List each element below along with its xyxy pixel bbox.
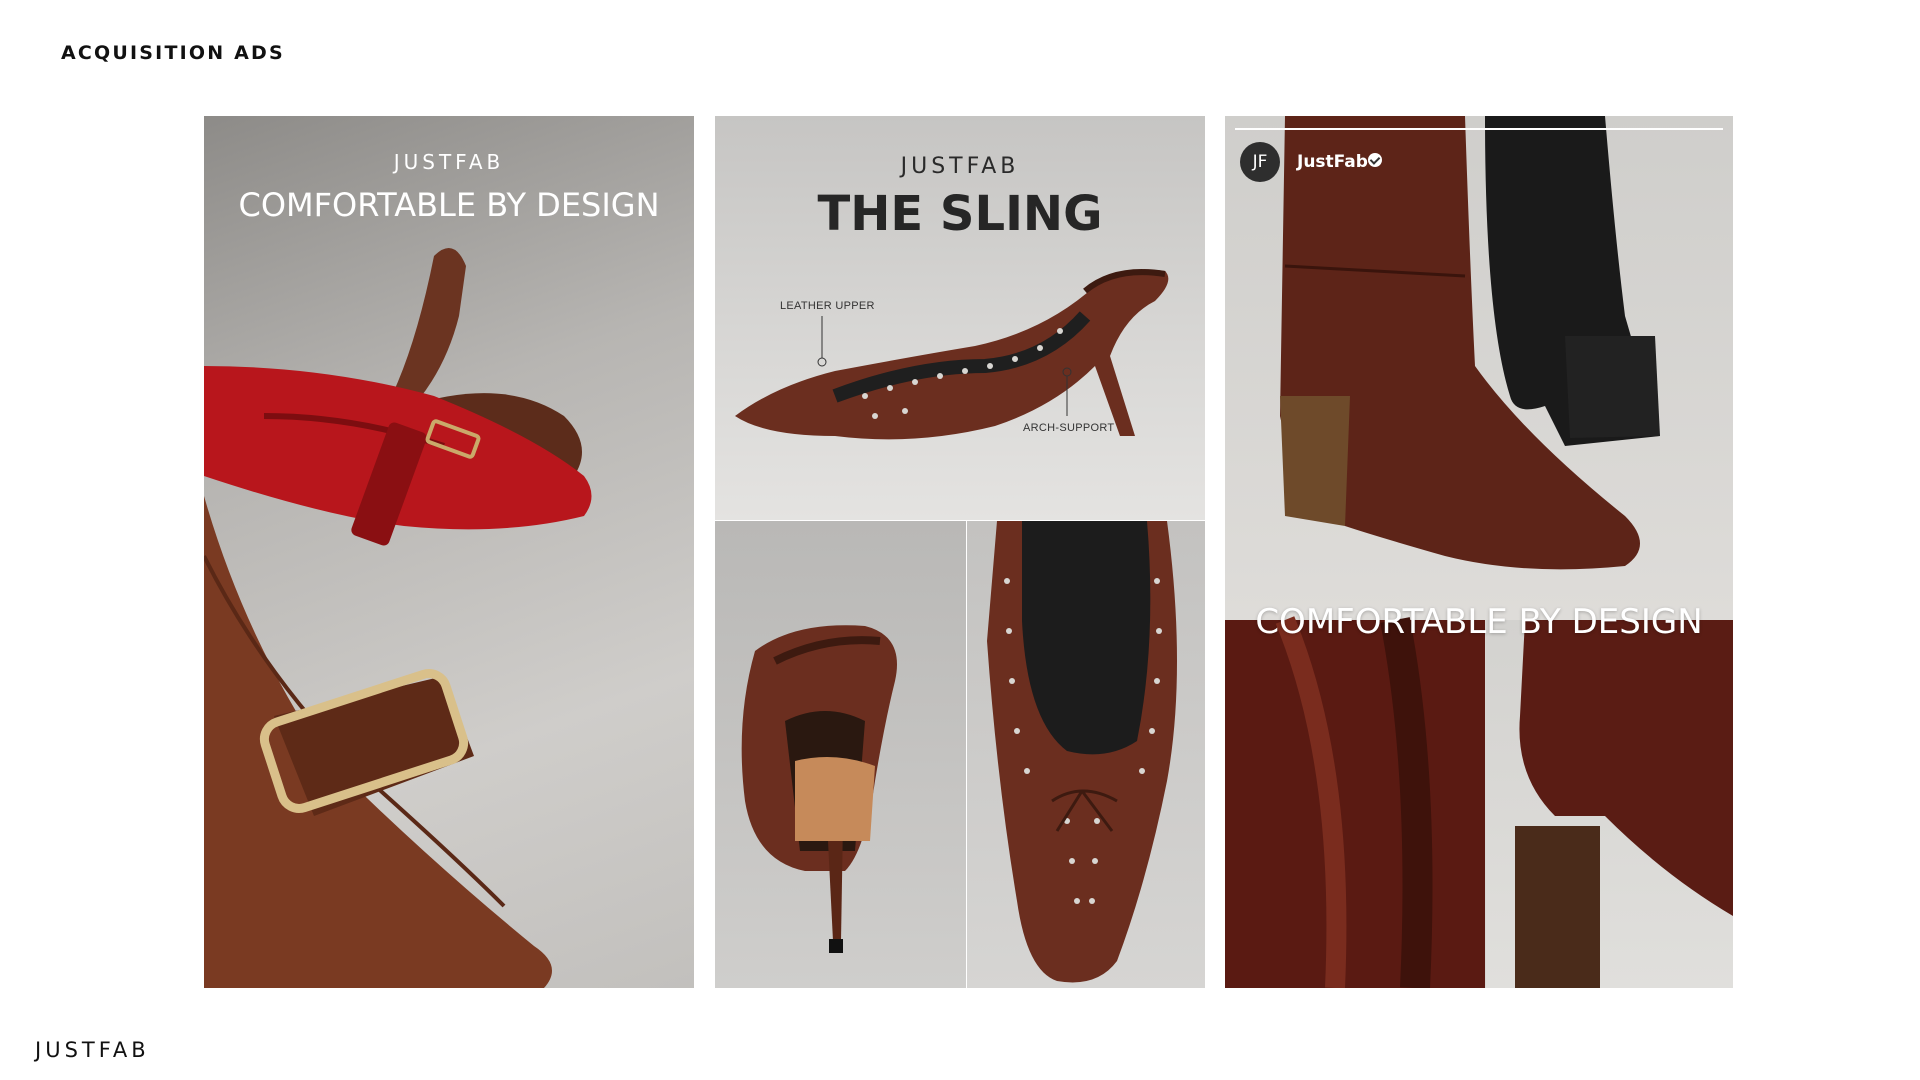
footwear-flatlay-photo bbox=[204, 248, 592, 988]
slingback-heel-back-photo bbox=[741, 625, 897, 953]
ad-headline: COMFORTABLE BY DESIGN bbox=[238, 186, 660, 224]
ad-sling-back-view[interactable] bbox=[715, 521, 966, 988]
ad-boots-story[interactable]: JF JustFab COMFORTABLE BY DESIGN bbox=[1225, 116, 1733, 988]
footer-brand-logo: JUSTFAB bbox=[35, 1038, 150, 1062]
callout-leather-upper: LEATHER UPPER bbox=[780, 300, 875, 312]
ad-the-sling[interactable]: JUSTFAB THE SLING LEATHER UPPER ARCH-SUP… bbox=[715, 116, 1205, 520]
slingback-toe-closeup-photo bbox=[987, 521, 1177, 983]
ad-headline: THE SLING bbox=[817, 186, 1103, 242]
account-handle[interactable]: JustFab bbox=[1297, 152, 1368, 172]
ad-brand-logo: JUSTFAB bbox=[393, 150, 505, 174]
verified-badge-icon bbox=[1368, 153, 1382, 167]
ad-headline: COMFORTABLE BY DESIGN bbox=[1255, 602, 1703, 642]
avatar[interactable]: JF bbox=[1240, 142, 1280, 182]
ad-brand-logo: JUSTFAB bbox=[900, 154, 1020, 179]
callout-arch-support: ARCH-SUPPORT bbox=[1023, 422, 1115, 434]
ad-sling-toe-view[interactable] bbox=[967, 521, 1205, 988]
page-title: ACQUISITION ADS bbox=[61, 42, 285, 64]
ad-comfortable-by-design[interactable]: JUSTFAB COMFORTABLE BY DESIGN bbox=[204, 116, 694, 988]
brown-boots-collage-photo bbox=[1225, 116, 1733, 988]
story-progress-bar bbox=[1235, 128, 1723, 130]
